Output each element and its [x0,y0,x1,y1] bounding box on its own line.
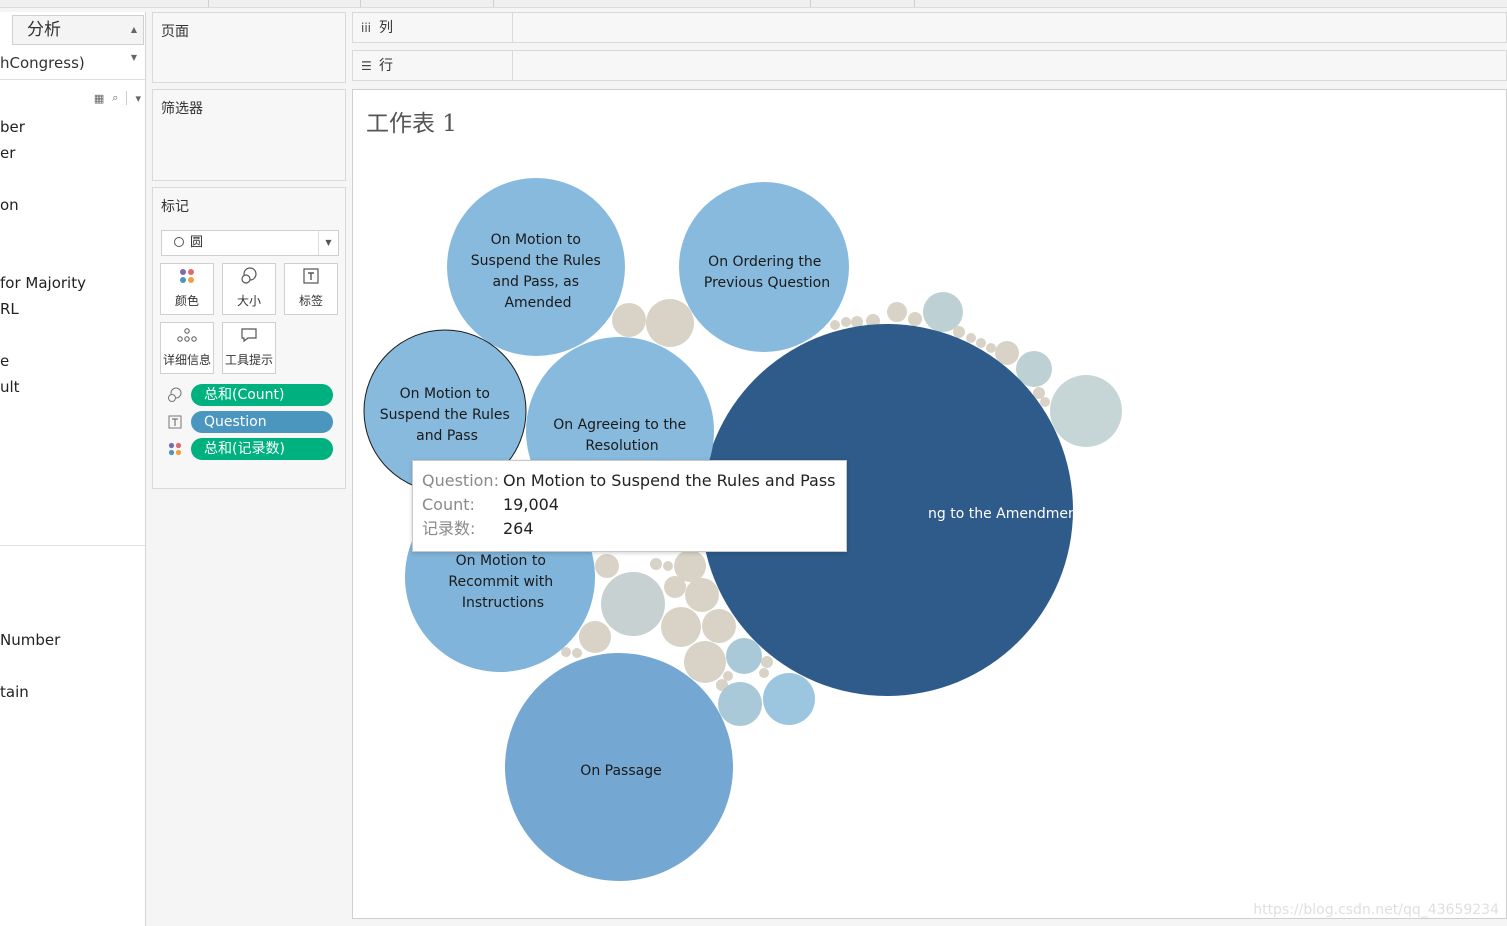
bubble[interactable] [723,671,733,681]
bubble-label: On Motion to Recommit with Instructions [448,553,557,611]
list-view-icon[interactable]: ▦ [94,92,104,105]
bubble[interactable] [646,299,694,347]
tooltip-popup: Question: On Motion to Suspend the Rules … [412,460,847,552]
bubble[interactable] [923,292,963,332]
pages-shelf[interactable]: 页面 [152,12,346,83]
detail-button[interactable]: 详细信息 [160,322,214,374]
bubble[interactable] [830,320,840,330]
bubble[interactable] [684,641,726,683]
mark-pill-row: 总和(记录数) [167,438,337,460]
field-item[interactable]: on [0,196,19,214]
bubble[interactable] [579,621,611,653]
sheet-title: 工作表 1 [366,111,457,137]
filters-title: 筛选器 [161,101,203,117]
tooltip-key: Question: [422,471,499,490]
bubble[interactable] [966,333,976,343]
rows-icon: ☰ [361,59,372,73]
tooltip-value: On Motion to Suspend the Rules and Pass [503,471,836,490]
bubble[interactable] [841,317,851,327]
pages-title: 页面 [161,24,189,40]
tooltip-icon [223,323,275,353]
bubble[interactable] [663,561,673,571]
marks-card: 标记 圆 ▼ 颜色 大小 标签 详细信息 工具提示 总和(Count) Ques… [152,187,346,489]
field-item[interactable]: RL [0,300,19,318]
label-button[interactable]: 标签 [284,263,338,315]
size-icon [223,264,275,294]
bubble[interactable] [685,578,719,612]
color-icon [161,264,213,294]
field-item[interactable]: ber [0,118,25,136]
bubble[interactable] [726,638,762,674]
color-button[interactable]: 颜色 [160,263,214,315]
bubble[interactable] [908,312,922,326]
bubble[interactable] [595,554,619,578]
field-item[interactable]: er [0,144,15,162]
divider [0,545,145,546]
tooltip-value: 19,004 [503,495,559,514]
size-icon [167,387,183,403]
bubble[interactable] [664,576,686,598]
bubble[interactable] [759,668,769,678]
field-item[interactable]: e [0,352,9,370]
mark-pill-row: Question [167,411,337,433]
columns-shelf[interactable]: iii 列 [352,12,1507,43]
analysis-tab[interactable]: 分析 ▲ ▼ [12,15,144,62]
field-item[interactable]: Number [0,631,60,649]
rows-label: ☰ 行 [353,51,513,80]
tableau-window: 分析 ▲ ▼ hCongress) ▦ ⌕ ▾ ber er on for Majo… [0,0,1507,926]
bubble[interactable] [702,609,736,643]
circle-icon [174,237,184,247]
bubble[interactable] [601,572,665,636]
data-pane: 分析 ▲ ▼ hCongress) ▦ ⌕ ▾ ber er on for Majo… [0,12,146,926]
bubble[interactable] [661,607,701,647]
watermark: https://blog.csdn.net/qq_43659234 [1253,902,1499,918]
toolbar-strip [0,0,1507,8]
chevron-down-icon: ▼ [318,231,338,255]
datasource-item[interactable]: hCongress) [0,48,145,80]
bubble[interactable] [763,673,815,725]
mark-pill-row: 总和(Count) [167,384,337,406]
bubble[interactable] [761,656,773,668]
records-pill[interactable]: 总和(记录数) [191,438,333,460]
mark-type-dropdown[interactable]: 圆 ▼ [161,230,339,256]
bubble-label: ng to the Amendment [928,506,1083,522]
bubble[interactable] [572,648,582,658]
color-icon [167,441,183,457]
count-pill[interactable]: 总和(Count) [191,384,333,406]
tooltip-button[interactable]: 工具提示 [222,322,276,374]
filters-shelf[interactable]: 筛选器 [152,89,346,181]
bubble[interactable] [976,338,986,348]
label-icon [167,414,183,430]
tooltip-key: 记录数: [422,519,476,538]
bubble[interactable] [887,302,907,322]
columns-icon: iii [361,21,372,35]
bubble[interactable] [1050,375,1122,447]
chevron-down-icon[interactable]: ▾ [135,92,141,105]
bubble-label: On Passage [580,763,661,779]
tooltip-value: 264 [503,519,534,538]
tooltip-key: Count: [422,495,475,514]
detail-icon [161,323,213,353]
bubble[interactable] [718,682,762,726]
bubble[interactable] [953,326,965,338]
field-item[interactable]: for Majority [0,274,86,292]
rows-shelf[interactable]: ☰ 行 [352,50,1507,81]
tooltip-row: Question: On Motion to Suspend the Rules … [422,469,846,493]
tooltip-row: 记录数: 264 [422,517,846,541]
label-icon [285,264,337,294]
bubble[interactable] [650,558,662,570]
search-icon[interactable]: ⌕ [112,91,118,105]
size-button[interactable]: 大小 [222,263,276,315]
field-item[interactable]: ult [0,378,20,396]
field-item[interactable]: tain [0,683,29,701]
bubble[interactable] [612,303,646,337]
marks-title: 标记 [161,199,189,215]
bubble[interactable] [986,343,996,353]
columns-label: iii 列 [353,13,513,42]
question-pill[interactable]: Question [191,411,333,433]
pane-tools: ▦ ⌕ ▾ [81,90,141,106]
tooltip-row: Count: 19,004 [422,493,846,517]
bubble[interactable] [1040,397,1050,407]
